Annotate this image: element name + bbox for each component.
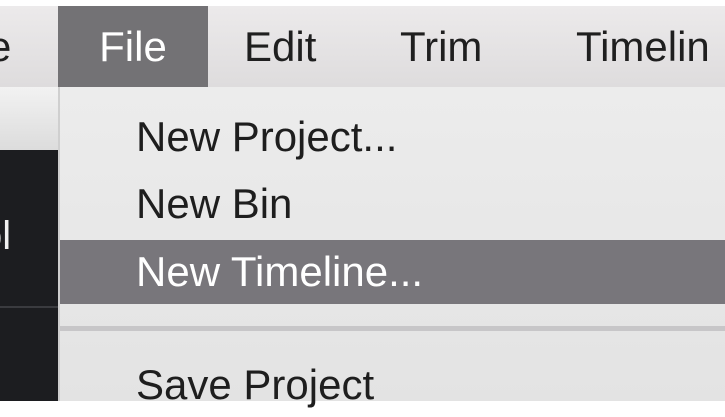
menu-separator [60, 326, 725, 331]
menu-item-new-timeline[interactable]: New Timeline... [60, 240, 725, 304]
menu-trim[interactable]: Trim [400, 6, 482, 87]
menu-timeline[interactable]: Timelin [576, 6, 710, 87]
background-window-panel [0, 150, 58, 401]
background-window-label: ol [0, 214, 12, 258]
menu-edit[interactable]: Edit [244, 6, 316, 87]
menu-file[interactable]: File [58, 6, 208, 87]
menu-item-new-project[interactable]: New Project... [60, 105, 725, 169]
menu-bar: e File Edit Trim Timelin [0, 6, 725, 87]
menu-item-save-project[interactable]: Save Project [60, 353, 725, 417]
menu-previous-partial[interactable]: e [0, 6, 11, 87]
panel-divider [0, 306, 58, 308]
file-menu-dropdown: New Project... New Bin New Timeline... S… [58, 87, 725, 408]
menu-item-new-bin[interactable]: New Bin [60, 172, 725, 236]
background-window-toolbar [0, 87, 58, 150]
